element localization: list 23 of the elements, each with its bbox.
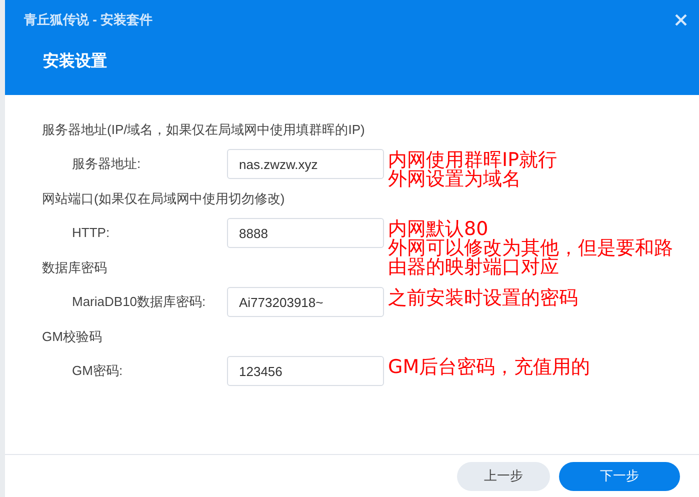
annotation-text: 内网默认80 [388, 220, 488, 239]
window-title: 青丘狐传说 - 安装套件 [24, 11, 153, 29]
dialog-heading: 安装设置 [43, 51, 107, 72]
annotation-text: GM后台密码，充值用的 [388, 358, 590, 377]
annotation-text: 由器的映射端口对应 [388, 258, 559, 277]
annotation-text: 内网使用群晖IP就行 [388, 151, 558, 170]
section-label: 数据库密码 [42, 259, 107, 277]
field-label: MariaDB10数据库密码: [71, 293, 207, 312]
section-label: GM校验码 [42, 328, 102, 346]
input-field[interactable]: nas.zwzw.xyz [227, 149, 384, 179]
field-label: GM密码: [71, 362, 124, 380]
annotation-text: 外网可以修改为其他，但是要和路 [388, 239, 673, 258]
input-field[interactable]: 123456 [227, 356, 384, 386]
section-label: 服务器地址(IP/域名，如果仅在局域网中使用填群晖的IP) [42, 121, 365, 139]
back-button[interactable]: 上一步 [457, 462, 550, 490]
annotation-text: 外网设置为域名 [388, 170, 521, 189]
input-field[interactable]: 8888 [227, 218, 384, 248]
next-button[interactable]: 下一步 [559, 462, 680, 490]
annotation-text: 之前安装时设置的密码 [388, 289, 578, 308]
field-label: 服务器地址: [71, 155, 142, 174]
section-label: 网站端口(如果仅在局域网中使用切勿修改) [42, 190, 285, 208]
field-label: HTTP: [71, 224, 111, 242]
input-field[interactable]: Ai773203918~ [227, 287, 384, 317]
